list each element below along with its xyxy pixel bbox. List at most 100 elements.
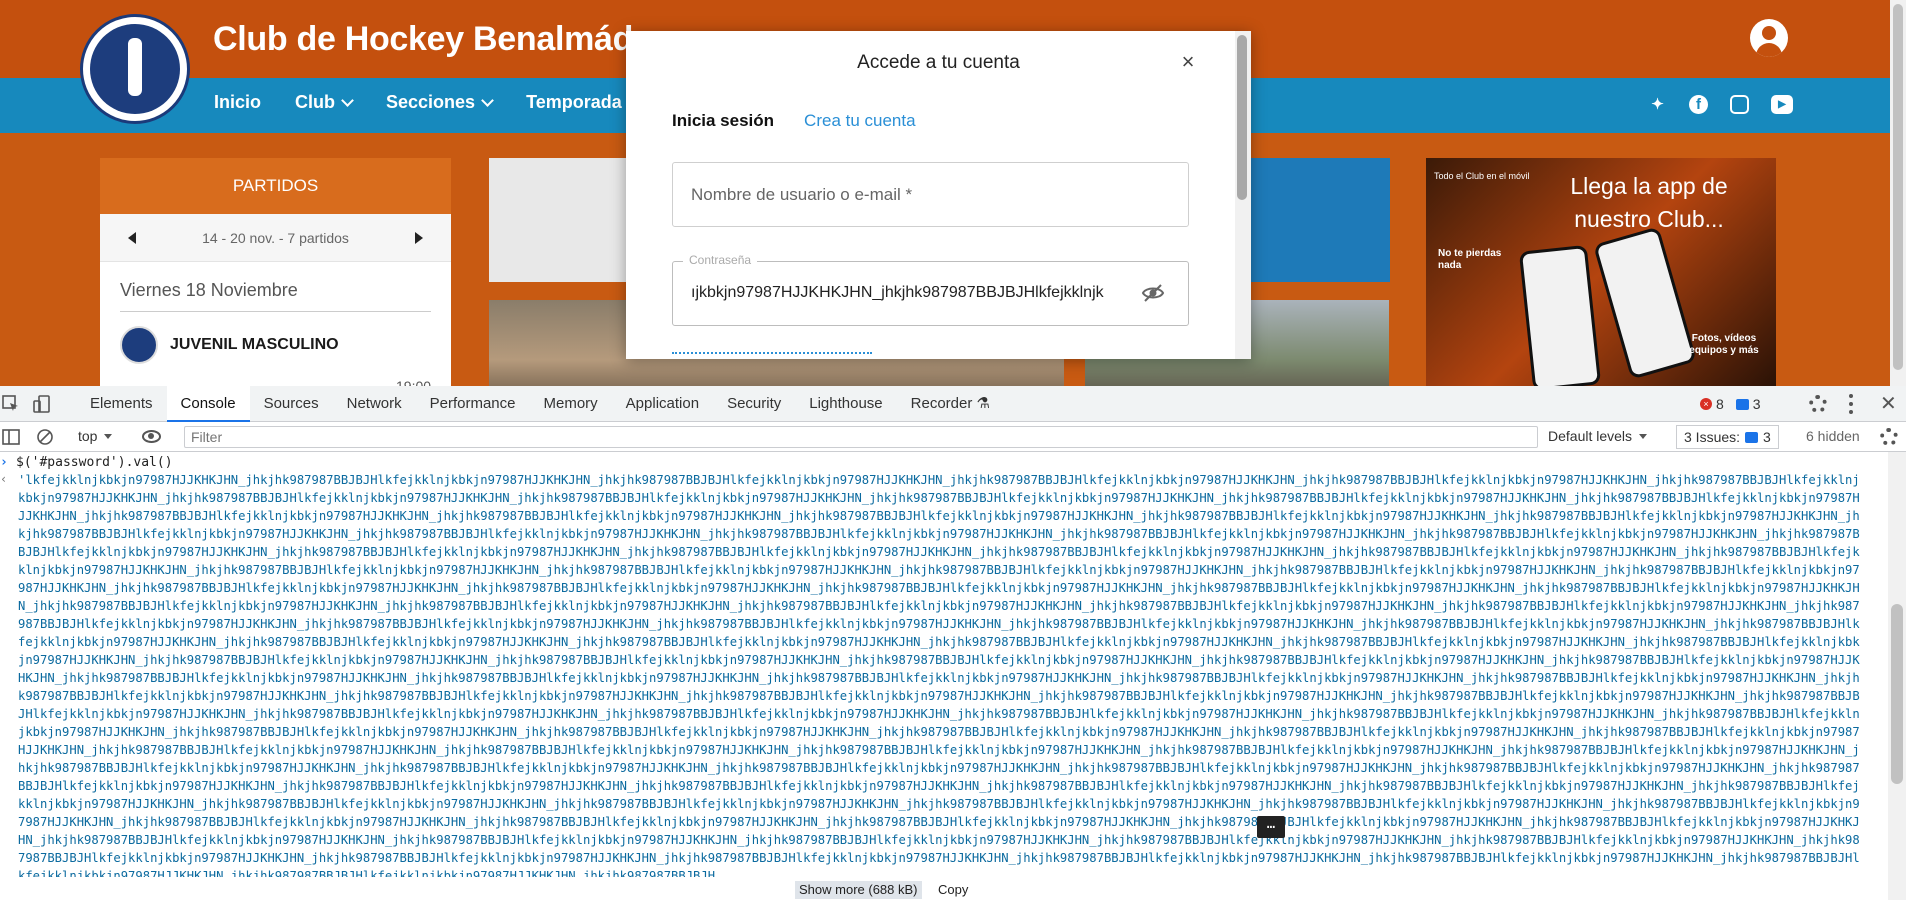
app-promo-ad[interactable]: Todo el Club en el móvil Llega la app de… bbox=[1426, 158, 1776, 386]
youtube-icon[interactable]: ▶ bbox=[1771, 95, 1793, 114]
eye-off-icon[interactable] bbox=[1141, 281, 1165, 305]
twitter-icon[interactable]: ✦ bbox=[1648, 95, 1667, 114]
modal-scrollbar-thumb[interactable] bbox=[1237, 35, 1247, 200]
tab-create-account[interactable]: Crea tu cuenta bbox=[804, 111, 916, 131]
console-result-string[interactable]: 'lkfejkklnjkbkjn97987HJJKHKJHN_jhkjhk987… bbox=[18, 471, 1860, 877]
site-title[interactable]: Club de Hockey Benalmádena bbox=[213, 20, 691, 59]
week-selector: 14 - 20 nov. - 7 partidos bbox=[100, 214, 451, 262]
tab-recorder-label: Recorder bbox=[910, 395, 973, 412]
ellipsis-tooltip: … bbox=[1257, 816, 1285, 838]
prev-week-icon[interactable] bbox=[128, 231, 136, 244]
nav-item-inicio[interactable]: Inicio bbox=[214, 92, 261, 113]
nav-label: Secciones bbox=[386, 92, 476, 112]
tab-login[interactable]: Inicia sesión bbox=[672, 111, 774, 131]
tab-elements[interactable]: Elements bbox=[76, 386, 167, 422]
copy-button[interactable]: Copy bbox=[938, 881, 968, 899]
tab-lighthouse[interactable]: Lighthouse bbox=[795, 386, 896, 422]
inspect-element-icon[interactable] bbox=[2, 395, 20, 413]
settings-gear-icon[interactable] bbox=[1809, 395, 1827, 413]
sidebar-toggle-icon[interactable] bbox=[2, 428, 20, 446]
match-team: JUVENIL MASCULINO bbox=[170, 336, 339, 353]
partidos-header: PARTIDOS bbox=[100, 158, 451, 214]
user-account-icon[interactable] bbox=[1750, 19, 1788, 57]
tab-performance[interactable]: Performance bbox=[416, 386, 530, 422]
instagram-icon[interactable] bbox=[1730, 95, 1749, 114]
password-value: ıjkbkjn97987HJJKHKJHN_jhkjhk987987BBJBJH… bbox=[691, 284, 1104, 301]
error-count: 8 bbox=[1716, 396, 1724, 412]
console-settings-gear-icon[interactable] bbox=[1880, 428, 1898, 446]
day-label: Viernes 18 Noviembre bbox=[120, 280, 431, 312]
context-label: top bbox=[78, 428, 98, 444]
result-arrow-icon: ‹ bbox=[0, 472, 8, 486]
console-scrollbar-thumb[interactable] bbox=[1891, 604, 1903, 784]
tab-security[interactable]: Security bbox=[713, 386, 795, 422]
more-options-icon[interactable] bbox=[1849, 394, 1853, 414]
partidos-widget: PARTIDOS 14 - 20 nov. - 7 partidos Viern… bbox=[100, 158, 451, 386]
log-levels-dropdown[interactable]: Default levels bbox=[1548, 428, 1648, 444]
message-count: 3 bbox=[1752, 396, 1761, 412]
console-output: › $('#password').val() ‹ 'lkfejkklnjkbkjn… bbox=[0, 452, 1888, 900]
tab-recorder[interactable]: Recorder ⚗ bbox=[897, 386, 1004, 422]
ad-tagline: Todo el Club en el móvil bbox=[1434, 171, 1530, 181]
main-nav: Inicio Club Secciones Temporada bbox=[214, 92, 673, 113]
nav-label: Temporada bbox=[526, 92, 622, 112]
error-icon: × bbox=[1700, 398, 1712, 410]
devtools-tabbar: Elements Console Sources Network Perform… bbox=[0, 386, 1906, 422]
issues-count: 3 bbox=[1763, 429, 1771, 445]
tab-network[interactable]: Network bbox=[333, 386, 416, 422]
issues-label: 3 Issues: bbox=[1684, 429, 1741, 445]
next-week-icon[interactable] bbox=[414, 231, 423, 244]
password-field[interactable]: Contraseña ıjkbkjn97987HJJKHKJHN_jhkjhk9… bbox=[672, 253, 1189, 326]
username-placeholder: Nombre de usuario o e-mail * bbox=[691, 185, 913, 204]
club-logo-emblem bbox=[90, 24, 180, 114]
device-toolbar-icon[interactable] bbox=[33, 395, 51, 413]
console-filter-input[interactable] bbox=[184, 426, 1538, 448]
context-selector[interactable]: top bbox=[78, 428, 113, 444]
close-devtools-icon[interactable]: ✕ bbox=[1880, 391, 1897, 416]
error-warning-counter[interactable]: × 8 3 bbox=[1700, 394, 1761, 414]
week-label: 14 - 20 nov. - 7 partidos bbox=[202, 229, 349, 246]
phone-image bbox=[1518, 244, 1602, 386]
tab-console[interactable]: Console bbox=[166, 386, 250, 422]
levels-label: Default levels bbox=[1548, 428, 1633, 444]
website-viewport: Club de Hockey Benalmádena Inicio Club S… bbox=[0, 0, 1906, 386]
clear-console-icon[interactable] bbox=[36, 428, 54, 446]
command-text: $('#password').val() bbox=[16, 455, 173, 470]
auth-tabs: Inicia sesión Crea tu cuenta bbox=[672, 111, 916, 131]
ad-side-text: No te pierdas nada bbox=[1438, 248, 1502, 271]
nav-label: Inicio bbox=[214, 92, 262, 112]
tab-memory[interactable]: Memory bbox=[530, 386, 612, 422]
console-filterbar: top Default levels 3 Issues: 3 6 hidden bbox=[0, 422, 1906, 452]
ad-title: Llega la app de nuestro Club... bbox=[1570, 173, 1728, 232]
page-scrollbar-thumb[interactable] bbox=[1893, 4, 1903, 370]
flask-icon: ⚗ bbox=[976, 395, 990, 412]
devtools-tabs: Elements Console Sources Network Perform… bbox=[76, 386, 1004, 422]
social-links: ✦ f ▶ bbox=[1648, 95, 1793, 114]
club-logo[interactable] bbox=[80, 14, 190, 124]
match-time: 19:00 bbox=[396, 378, 432, 386]
live-expression-eye-icon[interactable] bbox=[142, 430, 161, 443]
tab-application[interactable]: Application bbox=[612, 386, 713, 422]
prompt-chevron-icon: › bbox=[0, 455, 8, 470]
password-label: Contraseña bbox=[683, 253, 758, 267]
nav-item-secciones[interactable]: Secciones bbox=[386, 92, 494, 113]
dropdown-arrow-icon bbox=[1639, 433, 1648, 439]
devtools-panel: Elements Console Sources Network Perform… bbox=[0, 386, 1906, 900]
chevron-down-icon bbox=[481, 93, 494, 107]
username-field[interactable]: Nombre de usuario o e-mail * bbox=[672, 162, 1189, 227]
message-icon bbox=[1735, 398, 1749, 410]
close-icon[interactable]: × bbox=[1178, 49, 1198, 75]
issues-button[interactable]: 3 Issues: 3 bbox=[1676, 425, 1779, 449]
dropdown-arrow-icon bbox=[104, 433, 113, 439]
phone-image bbox=[1593, 226, 1697, 380]
modal-title: Accede a tu cuenta bbox=[857, 52, 1020, 73]
ad-footer-text: Fotos, vídeos equipos y más bbox=[1689, 333, 1759, 356]
show-more-button[interactable]: Show more (688 kB) bbox=[795, 881, 922, 899]
nav-item-club[interactable]: Club bbox=[295, 92, 354, 113]
chevron-down-icon bbox=[341, 93, 354, 107]
facebook-icon[interactable]: f bbox=[1689, 95, 1708, 114]
forgot-password-link[interactable] bbox=[672, 352, 872, 356]
nav-item-temporada[interactable]: Temporada bbox=[526, 92, 641, 113]
match-row[interactable]: JUVENIL MASCULINO bbox=[120, 326, 431, 364]
tab-sources[interactable]: Sources bbox=[250, 386, 333, 422]
